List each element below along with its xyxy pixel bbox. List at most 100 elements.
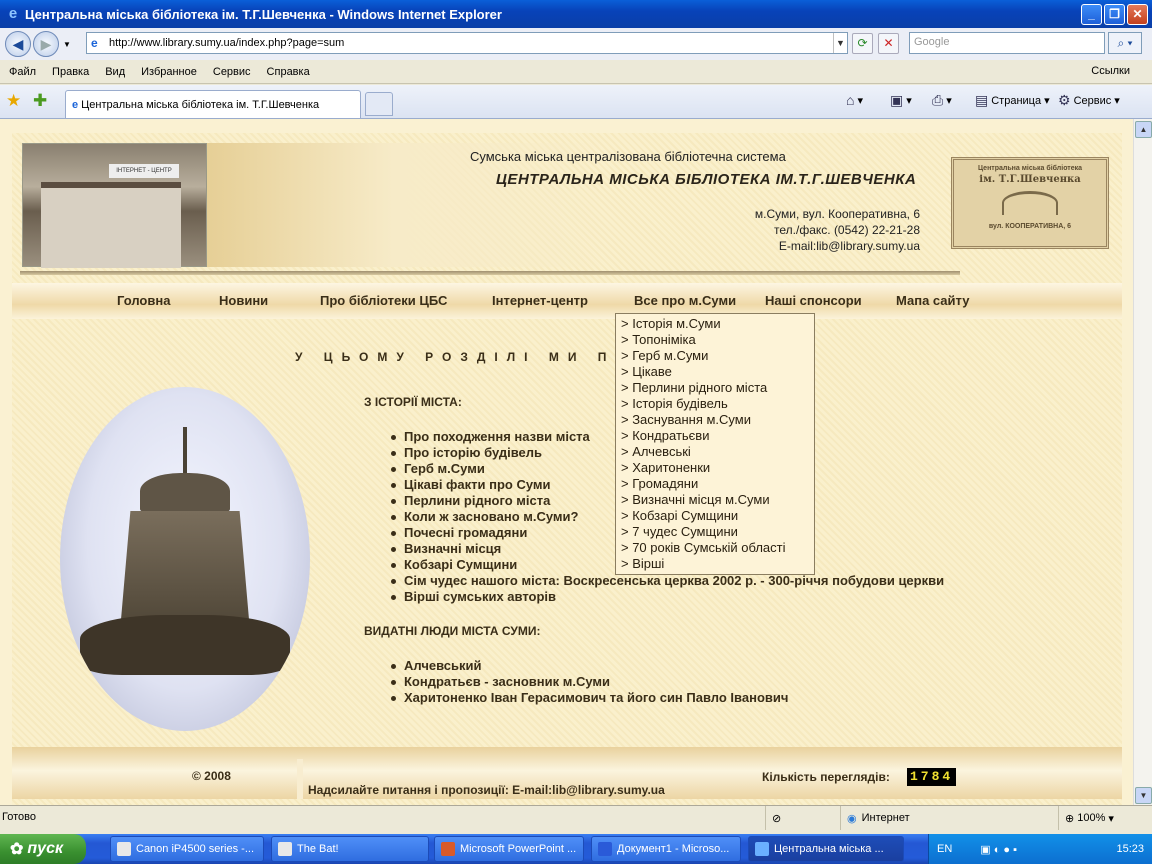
privacy-status[interactable]: ⊘ — [765, 806, 839, 830]
menu-favorites[interactable]: Избранное — [132, 66, 204, 78]
dropdown-item[interactable]: > 7 чудес Сумщини — [621, 524, 814, 540]
search-input[interactable]: Google — [909, 32, 1105, 54]
dropdown-item[interactable]: > Заснування м.Суми — [621, 412, 814, 428]
people-list: Алчевський Кондратьєв - засновник м.Суми… — [388, 658, 788, 706]
printer-icon: ⎙ — [932, 92, 944, 108]
browser-tab[interactable]: e Центральна міська бібліотека ім. Т.Г.Ш… — [65, 90, 361, 118]
views-counter: 1784 — [907, 768, 957, 786]
vertical-scrollbar[interactable]: ▲ ▼ — [1133, 119, 1152, 805]
footer-contact[interactable]: Надсилайте питання і пропозиції: E-mail:… — [308, 783, 665, 797]
address-dropdown-icon[interactable]: ▼ — [833, 33, 847, 53]
dropdown-item[interactable]: > Історія м.Суми — [621, 316, 814, 332]
people-heading: ВИДАТНІ ЛЮДИ МІСТА СУМИ: — [364, 624, 541, 638]
people-link[interactable]: Алчевський — [388, 658, 788, 674]
nav-home[interactable]: Головна — [117, 293, 170, 308]
dropdown-item[interactable]: > Кондратьєви — [621, 428, 814, 444]
menu-edit[interactable]: Правка — [43, 66, 96, 78]
taskbar-thebat[interactable]: The Bat! — [271, 836, 429, 862]
menu-file[interactable]: Файл — [0, 66, 43, 78]
forward-button[interactable]: ▶ — [33, 31, 59, 57]
dropdown-item[interactable]: > Алчевські — [621, 444, 814, 460]
people-link[interactable]: Кондратьєв - засновник м.Суми — [388, 674, 788, 690]
library-building-photo: ІНТЕРНЕТ - ЦЕНТР — [22, 143, 207, 268]
taskbar-powerpoint[interactable]: Microsoft PowerPoint ... — [434, 836, 584, 862]
logo-line2: ім. Т.Г.Шевченка — [979, 174, 1081, 185]
address-url[interactable]: http://www.library.sumy.ua/index.php?pag… — [109, 37, 833, 49]
clock: 15:23 — [1116, 843, 1144, 855]
task-label: Документ1 - Microso... — [617, 843, 730, 855]
dropdown-item[interactable]: > Вірші — [621, 556, 814, 572]
menu-help[interactable]: Справка — [258, 66, 317, 78]
nav-sitemap[interactable]: Мапа сайту — [896, 293, 969, 308]
links-toolbar[interactable]: Ссылки — [1091, 65, 1130, 77]
search-button[interactable]: ⌕ ▾ — [1108, 32, 1142, 54]
close-window-button[interactable]: ✕ — [1127, 3, 1148, 25]
home-button[interactable]: ⌂ ▾ — [846, 92, 863, 108]
tray-icons[interactable]: ▣ ◐ ● ▪ — [980, 843, 1017, 856]
address-bar[interactable]: e http://www.library.sumy.ua/index.php?p… — [86, 32, 848, 54]
taskbar-word[interactable]: Документ1 - Microso... — [591, 836, 741, 862]
status-text: Готово — [2, 811, 36, 823]
nav-news[interactable]: Новини — [219, 293, 268, 308]
system-tray: EN ▣ ◐ ● ▪ 15:23 — [928, 834, 1152, 864]
zoom-level: 100% — [1077, 812, 1106, 824]
menu-tools[interactable]: Сервис — [204, 66, 258, 78]
powerpoint-task-icon — [441, 842, 455, 856]
dropdown-item[interactable]: > Перлини рідного міста — [621, 380, 814, 396]
pavilion-image — [60, 387, 310, 731]
tools-menu-button[interactable]: ⚙ Сервис ▾ — [1058, 92, 1120, 109]
dropdown-item[interactable]: > 70 років Сумській області — [621, 540, 814, 556]
dropdown-item[interactable]: > Громадяни — [621, 476, 814, 492]
scroll-up-icon[interactable]: ▲ — [1135, 121, 1152, 138]
word-task-icon — [598, 842, 612, 856]
tab-bar: ★ ✚ e Центральна міська бібліотека ім. Т… — [0, 85, 1152, 119]
feeds-button[interactable]: ▣ ▾ — [890, 92, 912, 109]
scroll-down-icon[interactable]: ▼ — [1135, 787, 1152, 804]
window-title-bar[interactable]: e Центральна міська бібліотека ім. Т.Г.Ш… — [0, 0, 1152, 28]
back-button[interactable]: ◀ — [5, 31, 31, 57]
dropdown-item[interactable]: > Визначні місця м.Суми — [621, 492, 814, 508]
language-indicator[interactable]: EN — [937, 843, 952, 855]
page-menu-button[interactable]: ▤ Страница ▾ — [975, 92, 1050, 109]
tab-favicon: e — [72, 98, 79, 111]
nav-internet-center[interactable]: Інтернет-центр — [492, 293, 588, 308]
history-link[interactable]: Вірші сумських авторів — [388, 589, 944, 605]
views-label: Кількість переглядів: — [762, 770, 890, 784]
new-tab-button[interactable] — [365, 92, 393, 116]
taskbar-canon[interactable]: Canon iP4500 series -... — [110, 836, 264, 862]
dropdown-item[interactable]: > Герб м.Суми — [621, 348, 814, 364]
task-label: Центральна міська ... — [774, 843, 884, 855]
start-label: пуск — [27, 840, 64, 857]
refresh-button[interactable]: ⟳ — [852, 33, 873, 54]
logo-line3: вул. КООПЕРАТИВНА, 6 — [988, 223, 1072, 230]
page-menu-label: Страница — [991, 94, 1042, 107]
ie-task-icon — [755, 842, 769, 856]
minimize-button[interactable]: _ — [1081, 3, 1102, 25]
print-button[interactable]: ⎙ ▾ — [932, 92, 952, 109]
favorites-star-icon[interactable]: ★ — [6, 91, 21, 111]
add-favorite-icon[interactable]: ✚ — [33, 91, 47, 111]
zone-label: Интернет — [861, 812, 910, 824]
dropdown-item[interactable]: > Харитоненки — [621, 460, 814, 476]
dropdown-item[interactable]: > Кобзарі Сумщини — [621, 508, 814, 524]
nav-about-libraries[interactable]: Про бібліотеки ЦБС — [320, 293, 447, 308]
taskbar-ie[interactable]: Центральна міська ... — [748, 836, 904, 862]
bat-task-icon — [278, 842, 292, 856]
task-label: The Bat! — [297, 843, 339, 855]
zone-status[interactable]: ◉ Интернет — [840, 806, 1054, 830]
history-link[interactable]: Сім чудес нашого міста: Воскресенська це… — [388, 573, 944, 589]
maximize-button[interactable]: ❐ — [1104, 3, 1125, 25]
menu-view[interactable]: Вид — [96, 66, 132, 78]
zoom-control[interactable]: ⊕ 100% ▾ — [1058, 806, 1148, 830]
history-dropdown-icon[interactable]: ▼ — [63, 40, 71, 49]
stop-button[interactable]: ✕ — [878, 33, 899, 54]
home-icon: ⌂ — [846, 92, 855, 108]
dropdown-item[interactable]: > Історія будівель — [621, 396, 814, 412]
library-title: ЦЕНТРАЛЬНА МІСЬКА БІБЛІОТЕКА ІМ.Т.Г.ШЕВЧ… — [496, 171, 917, 188]
nav-about-sumy[interactable]: Все про м.Суми — [634, 293, 736, 308]
dropdown-item[interactable]: > Цікаве — [621, 364, 814, 380]
start-button[interactable]: ✿ пуск — [0, 834, 86, 864]
nav-sponsors[interactable]: Наші спонсори — [765, 293, 862, 308]
people-link[interactable]: Харитоненко Іван Герасимович та його син… — [388, 690, 788, 706]
dropdown-item[interactable]: > Топоніміка — [621, 332, 814, 348]
